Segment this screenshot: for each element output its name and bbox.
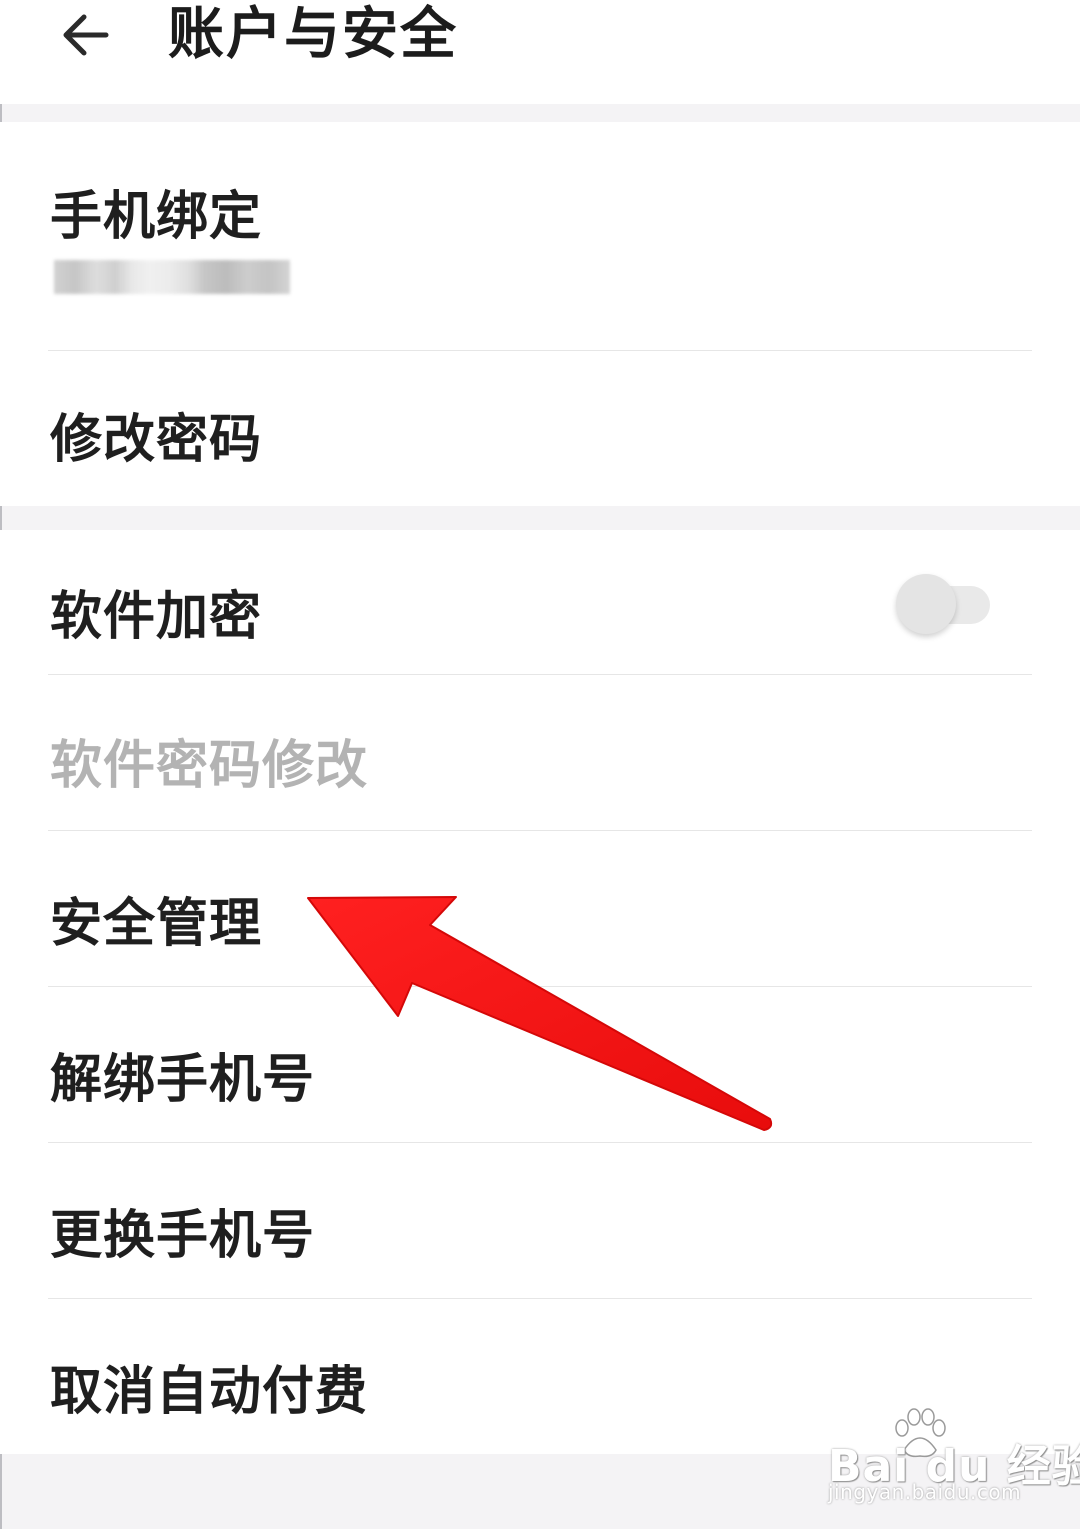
watermark-url: jingyan.baidu.com bbox=[828, 1480, 1022, 1504]
page-title: 账户与安全 bbox=[168, 2, 458, 67]
toggle-knob bbox=[896, 574, 956, 634]
change-password-row[interactable]: 修改密码 bbox=[0, 351, 1080, 506]
security-card: 软件加密 软件密码修改 安全管理 解绑手机号 更换手机号 取消自动付费 bbox=[0, 530, 1080, 1454]
change-password-label: 修改密码 bbox=[50, 410, 263, 470]
account-card: 手机绑定 修改密码 bbox=[0, 122, 1080, 506]
phone-binding-row[interactable]: 手机绑定 bbox=[0, 122, 1080, 350]
app-encryption-toggle[interactable] bbox=[896, 572, 992, 636]
baidu-watermark: Bai du 经验 jingyan.baidu.com bbox=[828, 1408, 1080, 1508]
change-phone-label: 更换手机号 bbox=[50, 1206, 316, 1266]
app-password-change-row[interactable]: 软件密码修改 bbox=[0, 675, 1080, 830]
security-management-label: 安全管理 bbox=[50, 894, 263, 954]
unbind-phone-label: 解绑手机号 bbox=[50, 1050, 316, 1110]
app-header: 账户与安全 bbox=[0, 0, 1080, 104]
masked-phone-number bbox=[54, 260, 290, 294]
phone-binding-label: 手机绑定 bbox=[50, 187, 263, 247]
unbind-phone-row[interactable]: 解绑手机号 bbox=[0, 987, 1080, 1142]
back-button[interactable] bbox=[44, 0, 128, 70]
cancel-auto-pay-label: 取消自动付费 bbox=[50, 1362, 369, 1422]
change-phone-row[interactable]: 更换手机号 bbox=[0, 1143, 1080, 1298]
arrow-left-icon bbox=[63, 14, 109, 56]
app-encryption-row[interactable]: 软件加密 bbox=[0, 530, 1080, 674]
app-password-change-label: 软件密码修改 bbox=[50, 736, 369, 796]
security-management-row[interactable]: 安全管理 bbox=[0, 831, 1080, 986]
app-encryption-label: 软件加密 bbox=[50, 587, 263, 647]
